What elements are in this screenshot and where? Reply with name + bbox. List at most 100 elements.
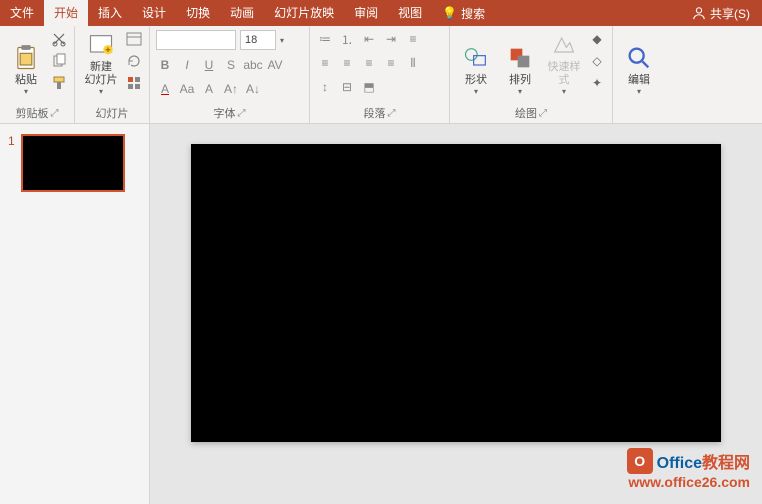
- group-slides: 新建 幻灯片 ▾ 幻灯片: [75, 26, 150, 123]
- reset-icon[interactable]: [125, 52, 143, 70]
- new-slide-button[interactable]: 新建 幻灯片 ▾: [81, 30, 121, 96]
- justify-button[interactable]: ≡: [382, 54, 400, 72]
- person-icon: [692, 6, 706, 20]
- char-spacing-button[interactable]: AV: [266, 56, 284, 74]
- lightbulb-icon: 💡: [442, 6, 457, 20]
- chevron-down-icon: ▾: [280, 36, 284, 45]
- search-label: 搜索: [461, 5, 485, 22]
- font-family-select[interactable]: [156, 30, 236, 50]
- align-center-button[interactable]: ≡: [338, 54, 356, 72]
- share-button[interactable]: 共享(S): [680, 5, 762, 22]
- quick-styles-button[interactable]: 快速样式 ▾: [544, 30, 584, 96]
- shape-fill-icon[interactable]: ◆: [588, 30, 606, 48]
- chevron-down-icon: ▾: [562, 87, 566, 96]
- slide-thumbnail-panel[interactable]: 1: [0, 124, 150, 504]
- group-drawing-label: 绘图: [515, 105, 537, 121]
- share-label: 共享(S): [710, 5, 750, 22]
- shapes-button[interactable]: 形状 ▾: [456, 30, 496, 96]
- cut-icon[interactable]: [50, 30, 68, 48]
- group-paragraph-label: 段落: [364, 105, 386, 121]
- align-text-button[interactable]: ⊟: [338, 78, 356, 96]
- tab-animation[interactable]: 动画: [220, 0, 264, 26]
- group-font-label: 字体: [214, 105, 236, 121]
- shapes-label: 形状: [465, 74, 487, 87]
- layout-icon[interactable]: [125, 30, 143, 48]
- tab-view[interactable]: 视图: [388, 0, 432, 26]
- font-color-button[interactable]: A: [156, 80, 174, 98]
- tab-home[interactable]: 开始: [44, 0, 88, 26]
- numbering-button[interactable]: ⒈: [338, 30, 356, 48]
- clipboard-icon: [12, 44, 40, 72]
- paste-label: 粘贴: [15, 74, 37, 87]
- paragraph-dialog-launcher[interactable]: ⤢: [388, 108, 396, 119]
- increase-indent-button[interactable]: ⇥: [382, 30, 400, 48]
- section-icon[interactable]: [125, 74, 143, 92]
- font-dialog-launcher[interactable]: ⤢: [238, 108, 246, 119]
- watermark: O Office教程网 www.office26.com: [627, 448, 750, 490]
- shape-outline-icon[interactable]: ◇: [588, 52, 606, 70]
- tab-file[interactable]: 文件: [0, 0, 44, 26]
- chevron-down-icon: ▾: [474, 87, 478, 96]
- ribbon-tabs: 文件 开始 插入 设计 切换 动画 幻灯片放映 审阅 视图 💡 搜索: [0, 0, 495, 26]
- thumbnail-preview: [21, 134, 125, 192]
- title-bar: 文件 开始 插入 设计 切换 动画 幻灯片放映 审阅 视图 💡 搜索 共享(S): [0, 0, 762, 26]
- shapes-icon: [462, 44, 490, 72]
- arrange-icon: [506, 44, 534, 72]
- workspace: 1 O Office教程网 www.office26.com: [0, 124, 762, 504]
- group-editing: 编辑 ▾: [613, 26, 665, 123]
- format-painter-icon[interactable]: [50, 74, 68, 92]
- underline-button[interactable]: U: [200, 56, 218, 74]
- tab-search[interactable]: 💡 搜索: [432, 0, 495, 26]
- tab-insert[interactable]: 插入: [88, 0, 132, 26]
- group-drawing: 形状 ▾ 排列 ▾ 快速样式 ▾ ◆ ◇ ✦: [450, 26, 613, 123]
- ribbon: 粘贴 ▾ 剪贴板 ⤢: [0, 26, 762, 124]
- columns-button[interactable]: ⫴: [404, 54, 422, 72]
- quick-styles-label: 快速样式: [544, 61, 584, 87]
- smartart-button[interactable]: ⬒: [360, 78, 378, 96]
- tab-slideshow[interactable]: 幻灯片放映: [264, 0, 344, 26]
- tab-design[interactable]: 设计: [132, 0, 176, 26]
- chevron-down-icon: ▾: [24, 87, 28, 96]
- shape-effects-icon[interactable]: ✦: [588, 74, 606, 92]
- chevron-down-icon: ▾: [637, 87, 641, 96]
- shrink-font-button[interactable]: A↓: [244, 80, 262, 98]
- arrange-label: 排列: [509, 74, 531, 87]
- line-spacing-button[interactable]: ≡: [404, 30, 422, 48]
- thumbnail-number: 1: [8, 134, 15, 192]
- arrange-button[interactable]: 排列 ▾: [500, 30, 540, 96]
- align-right-button[interactable]: ≡: [360, 54, 378, 72]
- group-clipboard: 粘贴 ▾ 剪贴板 ⤢: [0, 26, 75, 123]
- slide-thumbnail-1[interactable]: 1: [8, 134, 141, 192]
- clipboard-dialog-launcher[interactable]: ⤢: [51, 108, 59, 119]
- group-slides-label: 幻灯片: [96, 105, 129, 121]
- drawing-dialog-launcher[interactable]: ⤢: [539, 108, 547, 119]
- group-font: ▾ B I U S abc AV A Aa A A↑ A↓ 字体 ⤢: [150, 26, 310, 123]
- tab-transition[interactable]: 切换: [176, 0, 220, 26]
- slide-edit-area[interactable]: O Office教程网 www.office26.com: [150, 124, 762, 504]
- strikethrough-button[interactable]: S: [222, 56, 240, 74]
- bold-button[interactable]: B: [156, 56, 174, 74]
- current-slide[interactable]: [191, 144, 721, 442]
- edit-button[interactable]: 编辑 ▾: [619, 30, 659, 96]
- decrease-indent-button[interactable]: ⇤: [360, 30, 378, 48]
- paste-button[interactable]: 粘贴 ▾: [6, 30, 46, 96]
- text-direction-button[interactable]: ↕: [316, 78, 334, 96]
- change-case-button[interactable]: Aa: [178, 80, 196, 98]
- shadow-button[interactable]: abc: [244, 56, 262, 74]
- align-left-button[interactable]: ≡: [316, 54, 334, 72]
- copy-icon[interactable]: [50, 52, 68, 70]
- watermark-brand: Office教程网: [657, 449, 750, 473]
- grow-font-button[interactable]: A↑: [222, 80, 240, 98]
- group-paragraph: ≔ ⒈ ⇤ ⇥ ≡ ≡ ≡ ≡ ≡ ⫴ ↕ ⊟ ⬒ 段落 ⤢: [310, 26, 450, 123]
- find-icon: [625, 44, 653, 72]
- edit-label: 编辑: [628, 74, 650, 87]
- chevron-down-icon: ▾: [99, 87, 103, 96]
- quick-styles-icon: [550, 31, 578, 59]
- bullets-button[interactable]: ≔: [316, 30, 334, 48]
- italic-button[interactable]: I: [178, 56, 196, 74]
- new-slide-label: 新建 幻灯片: [85, 61, 118, 87]
- new-slide-icon: [87, 31, 115, 59]
- clear-format-button[interactable]: A: [200, 80, 218, 98]
- font-size-select[interactable]: [240, 30, 276, 50]
- tab-review[interactable]: 审阅: [344, 0, 388, 26]
